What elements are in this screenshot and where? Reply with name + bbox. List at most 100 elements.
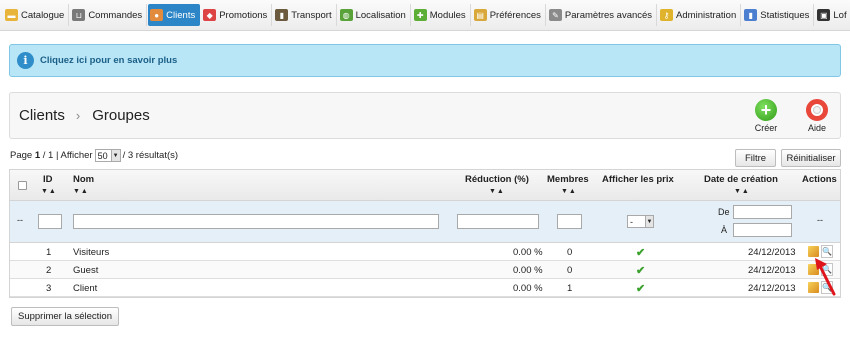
filter-reduction-input[interactable] bbox=[457, 214, 539, 229]
create-label: Créer bbox=[754, 123, 778, 133]
nav-item-label: Promotions bbox=[219, 9, 268, 21]
table-row[interactable]: 2 Guest 0.00 % 0 ✔ 24/12/2013 🔍 bbox=[10, 261, 840, 279]
show-label: | Afficher bbox=[55, 150, 93, 161]
nav-item-commandes[interactable]: ⊔ Commandes bbox=[70, 4, 148, 26]
nav-item-lof-blogs[interactable]: ▣Lof Blogs bbox=[815, 4, 850, 26]
header-date: Date de création bbox=[704, 174, 778, 185]
results-count: / 3 résultat(s) bbox=[122, 150, 179, 161]
nav-item-label: Statistiques bbox=[760, 9, 810, 21]
cell-date: 24/12/2013 bbox=[748, 265, 796, 276]
nav-item-label: Localisation bbox=[355, 9, 406, 21]
cell-members: 1 bbox=[567, 283, 573, 294]
filter-button[interactable]: Filtre bbox=[735, 149, 776, 167]
groups-table: ID ▼▲ Nom ▼▲ Réduction (%) ▼▲ Membres ▼▲… bbox=[9, 169, 841, 298]
nav-item-label: Administration bbox=[676, 9, 737, 21]
cell-name: Client bbox=[73, 283, 98, 294]
nav-item-label: Lof Blogs bbox=[833, 9, 850, 21]
table-header: ID ▼▲ Nom ▼▲ Réduction (%) ▼▲ Membres ▼▲… bbox=[10, 170, 840, 201]
user-icon: ● bbox=[150, 9, 164, 21]
pagination-bar: Page 1 / 1 | Afficher 50 ▼ / 3 résultat(… bbox=[10, 149, 178, 162]
header-members: Membres bbox=[547, 174, 589, 185]
cell-name: Visiteurs bbox=[73, 247, 110, 258]
top-navigation: ▬ Catalogue ⊔ Commandes ● Clients ◆ Promotions ▮… bbox=[0, 0, 850, 31]
nav-item-label: Modules bbox=[429, 9, 466, 21]
cell-date: 24/12/2013 bbox=[748, 283, 796, 294]
filter-show-prices-select[interactable]: - ▼ bbox=[627, 215, 654, 228]
table-row[interactable]: 3 Client 0.00 % 1 ✔ 24/12/2013 🔍 bbox=[10, 279, 840, 297]
dropdown-arrow-icon: ▼ bbox=[110, 150, 120, 161]
nav-item-catalogue[interactable]: ▬ Catalogue bbox=[3, 4, 70, 26]
cell-id: 1 bbox=[46, 247, 52, 258]
per-page-value: 50 bbox=[97, 150, 108, 161]
date-from-input[interactable] bbox=[733, 205, 792, 219]
info-banner-text: Cliquez ici pour en savoir plus bbox=[40, 55, 178, 66]
puzzle-icon: ✚ bbox=[413, 9, 427, 21]
table-body: 1 Visiteurs 0.00 % 0 ✔ 24/12/2013 🔍 2 Guest 0.00 … bbox=[10, 243, 840, 297]
nav-item-pr-f-rences[interactable]: ▤ Préférences bbox=[472, 4, 546, 26]
create-button[interactable]: + Créer bbox=[746, 99, 786, 137]
actions-filter-dash: -- bbox=[817, 215, 823, 225]
nav-item-administration[interactable]: ⚷ Administration bbox=[658, 4, 742, 26]
page-current: 1 bbox=[34, 150, 41, 161]
header-reduction: Réduction (%) bbox=[465, 174, 529, 185]
nav-item-label: Clients bbox=[166, 9, 196, 21]
plus-icon: + bbox=[755, 99, 777, 121]
globe-icon: ◍ bbox=[339, 9, 353, 21]
filter-members-input[interactable] bbox=[557, 214, 582, 229]
nav-item-label: Transport bbox=[291, 9, 332, 21]
preferences-icon: ▤ bbox=[473, 9, 487, 21]
help-label: Aide bbox=[807, 123, 826, 133]
breadcrumb: Clients › Groupes bbox=[19, 107, 150, 124]
folder-icon: ▬ bbox=[5, 9, 18, 21]
cell-date: 24/12/2013 bbox=[748, 247, 796, 258]
filter-name-input[interactable] bbox=[73, 214, 439, 229]
delete-selection-button[interactable]: Supprimer la sélection bbox=[11, 307, 119, 326]
select-arrow-icon: ▼ bbox=[645, 216, 653, 227]
nav-item-localisation[interactable]: ◍ Localisation bbox=[338, 4, 411, 26]
nav-item-transport[interactable]: ▮ Transport bbox=[273, 4, 337, 26]
info-banner[interactable]: i Cliquez ici pour en savoir plus bbox=[9, 44, 841, 77]
filter-select-value: - bbox=[630, 216, 633, 227]
date-to-input[interactable] bbox=[733, 223, 792, 237]
cell-members: 0 bbox=[567, 265, 573, 276]
help-button[interactable]: Aide bbox=[797, 99, 837, 137]
truck-icon: ▮ bbox=[275, 9, 289, 21]
nav-item-statistiques[interactable]: ▮ Statistiques bbox=[742, 4, 815, 26]
nav-item-clients[interactable]: ● Clients bbox=[148, 4, 201, 26]
nav-item-label: Préférences bbox=[489, 9, 541, 21]
sort-members-icon[interactable]: ▼▲ bbox=[561, 188, 577, 195]
cell-id: 3 bbox=[46, 283, 52, 294]
header-id: ID bbox=[43, 174, 53, 185]
nav-item-param-tres-avanc-s[interactable]: ✎ Paramètres avancés bbox=[547, 4, 658, 26]
page-title: Groupes bbox=[92, 107, 150, 124]
check-icon: ✔ bbox=[636, 247, 646, 259]
page-total: / 1 bbox=[42, 150, 54, 161]
lifebuoy-icon bbox=[806, 99, 828, 121]
table-row[interactable]: 1 Visiteurs 0.00 % 0 ✔ 24/12/2013 🔍 bbox=[10, 243, 840, 261]
reset-button[interactable]: Réinitialiser bbox=[781, 149, 841, 167]
breadcrumb-parent[interactable]: Clients bbox=[19, 107, 65, 124]
wrench-icon: ✎ bbox=[548, 9, 562, 21]
check-icon: ✔ bbox=[636, 283, 646, 295]
header-name: Nom bbox=[73, 174, 95, 185]
filter-id-input[interactable] bbox=[38, 214, 62, 229]
select-all-checkbox[interactable] bbox=[18, 181, 27, 190]
nav-item-label: Commandes bbox=[88, 9, 143, 21]
check-icon: ✔ bbox=[636, 265, 646, 277]
nav-item-label: Paramètres avancés bbox=[564, 9, 653, 21]
sort-id-icon[interactable]: ▼▲ bbox=[41, 188, 57, 195]
lock-icon: ▣ bbox=[817, 9, 831, 21]
nav-item-modules[interactable]: ✚ Modules bbox=[412, 4, 471, 26]
filter-row: -- - ▼ De À -- bbox=[10, 201, 840, 243]
per-page-select[interactable]: 50 ▼ bbox=[94, 149, 121, 162]
key-icon: ⚷ bbox=[660, 9, 674, 21]
sort-reduction-icon[interactable]: ▼▲ bbox=[489, 188, 505, 195]
sort-date-icon[interactable]: ▼▲ bbox=[734, 188, 750, 195]
cell-reduction: 0.00 % bbox=[513, 265, 543, 276]
nav-item-promotions[interactable]: ◆ Promotions bbox=[201, 4, 273, 26]
filter-dash: -- bbox=[17, 215, 23, 225]
sort-name-icon[interactable]: ▼▲ bbox=[73, 188, 89, 195]
date-to-label: À bbox=[721, 225, 728, 235]
page-prefix: Page bbox=[10, 150, 33, 161]
cell-members: 0 bbox=[567, 247, 573, 258]
